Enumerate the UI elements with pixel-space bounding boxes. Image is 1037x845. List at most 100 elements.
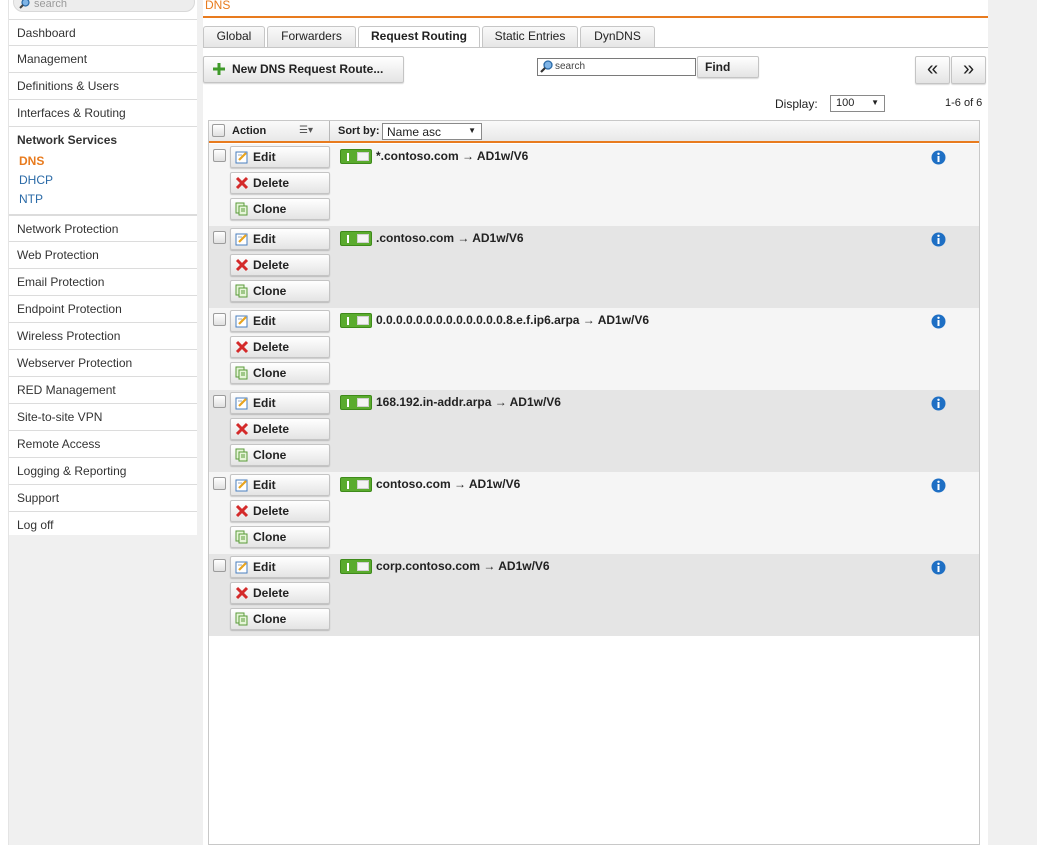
edit-label: Edit	[253, 478, 276, 492]
action-header-label: Action	[232, 125, 267, 137]
delete-button[interactable]: Delete	[230, 500, 330, 522]
sidebar-item[interactable]: Network Protection	[9, 215, 198, 242]
sidebar-item[interactable]: Webserver Protection	[9, 350, 198, 377]
display-label: Display:	[775, 97, 818, 111]
row-checkbox[interactable]	[213, 559, 226, 572]
clone-button[interactable]: Clone	[230, 362, 330, 384]
sort-value: Name asc	[387, 125, 442, 139]
sidebar-item[interactable]: Support	[9, 485, 198, 512]
delete-label: Delete	[253, 176, 290, 190]
delete-label: Delete	[253, 340, 290, 354]
enable-toggle[interactable]	[340, 231, 372, 246]
edit-label: Edit	[253, 150, 276, 164]
edit-icon	[235, 397, 248, 410]
new-dns-request-route-button[interactable]: New DNS Request Route...	[203, 56, 404, 83]
edit-button[interactable]: Edit	[230, 392, 330, 414]
sidebar-item[interactable]: Endpoint Protection	[9, 296, 198, 323]
delete-button[interactable]: Delete	[230, 172, 330, 194]
info-icon[interactable]	[931, 478, 946, 493]
search-icon	[19, 0, 30, 9]
search-input[interactable]: search	[537, 58, 696, 76]
delete-button[interactable]: Delete	[230, 582, 330, 604]
edit-icon	[235, 315, 248, 328]
sidebar-search-input[interactable]: search	[13, 0, 195, 12]
toggle-knob	[357, 316, 369, 325]
select-all-checkbox[interactable]	[212, 124, 225, 137]
find-button[interactable]: Find	[697, 56, 759, 78]
list-menu-icon[interactable]: ☰▾	[299, 125, 313, 136]
enable-toggle[interactable]	[340, 559, 372, 574]
sidebar-subitem-dns[interactable]: DNS	[9, 153, 198, 172]
delete-button[interactable]: Delete	[230, 254, 330, 276]
clone-icon	[235, 366, 248, 380]
display-count-select[interactable]: 100 ▼	[830, 95, 885, 112]
tab-dyndns[interactable]: DynDNS	[580, 26, 655, 47]
clone-button[interactable]: Clone	[230, 198, 330, 220]
enable-toggle[interactable]	[340, 313, 372, 328]
enable-toggle[interactable]	[340, 395, 372, 410]
route-list: Action ☰▾ Sort by: Name asc ▼ Edit Delete…	[208, 120, 980, 845]
clone-button[interactable]: Clone	[230, 444, 330, 466]
sidebar-item[interactable]: RED Management	[9, 377, 198, 404]
edit-button[interactable]: Edit	[230, 310, 330, 332]
sidebar-item[interactable]: Site-to-site VPN	[9, 404, 198, 431]
clone-label: Clone	[253, 448, 287, 462]
tab-request-routing[interactable]: Request Routing	[358, 26, 480, 48]
previous-page-button[interactable]: «	[915, 56, 950, 84]
tab-global[interactable]: Global	[203, 26, 265, 47]
sidebar-subitem-ntp[interactable]: NTP	[9, 191, 198, 210]
edit-button[interactable]: Edit	[230, 146, 330, 168]
sidebar-item[interactable]: Remote Access	[9, 431, 198, 458]
row-checkbox[interactable]	[213, 149, 226, 162]
tab-static-entries[interactable]: Static Entries	[482, 26, 578, 47]
sidebar-item[interactable]: Email Protection	[9, 269, 198, 296]
toggle-knob	[357, 398, 369, 407]
page-gutter-right	[988, 0, 1037, 845]
info-icon[interactable]	[931, 150, 946, 165]
delete-icon	[235, 176, 249, 190]
delete-label: Delete	[253, 504, 290, 518]
info-icon[interactable]	[931, 396, 946, 411]
route-label: contoso.com → AD1w/V6	[376, 477, 521, 491]
route-label: 168.192.in-addr.arpa → AD1w/V6	[376, 395, 561, 409]
clone-button[interactable]: Clone	[230, 526, 330, 548]
row-checkbox[interactable]	[213, 231, 226, 244]
toggle-bar	[347, 235, 349, 243]
enable-toggle[interactable]	[340, 477, 372, 492]
delete-icon	[235, 586, 249, 600]
sidebar-subitem-dhcp[interactable]: DHCP	[9, 172, 198, 191]
clone-label: Clone	[253, 530, 287, 544]
toggle-bar	[347, 481, 349, 489]
chevron-down-icon: ▼	[468, 126, 476, 135]
row-checkbox[interactable]	[213, 395, 226, 408]
new-button-label: New DNS Request Route...	[232, 62, 384, 76]
row-checkbox[interactable]	[213, 477, 226, 490]
clone-icon	[235, 202, 248, 216]
info-icon[interactable]	[931, 560, 946, 575]
clone-button[interactable]: Clone	[230, 608, 330, 630]
info-icon[interactable]	[931, 232, 946, 247]
delete-button[interactable]: Delete	[230, 418, 330, 440]
sidebar-item[interactable]: Web Protection	[9, 242, 198, 269]
edit-button[interactable]: Edit	[230, 556, 330, 578]
row-checkbox[interactable]	[213, 313, 226, 326]
sidebar-group-label[interactable]: Network Services	[9, 127, 198, 153]
sidebar-item[interactable]: Dashboard	[9, 19, 198, 46]
sidebar-item[interactable]: Definitions & Users	[9, 73, 198, 100]
sidebar-item[interactable]: Wireless Protection	[9, 323, 198, 350]
next-page-button[interactable]: »	[951, 56, 986, 84]
sidebar-item[interactable]: Management	[9, 46, 198, 73]
sidebar-item[interactable]: Interfaces & Routing	[9, 100, 198, 127]
tab-forwarders[interactable]: Forwarders	[267, 26, 356, 47]
delete-label: Delete	[253, 422, 290, 436]
clone-button[interactable]: Clone	[230, 280, 330, 302]
list-header: Action ☰▾ Sort by: Name asc ▼	[209, 121, 979, 143]
edit-button[interactable]: Edit	[230, 474, 330, 496]
sidebar-item[interactable]: Logging & Reporting	[9, 458, 198, 485]
delete-button[interactable]: Delete	[230, 336, 330, 358]
edit-button[interactable]: Edit	[230, 228, 330, 250]
sort-select[interactable]: Name asc ▼	[382, 123, 482, 140]
enable-toggle[interactable]	[340, 149, 372, 164]
info-icon[interactable]	[931, 314, 946, 329]
plus-icon	[213, 63, 225, 75]
